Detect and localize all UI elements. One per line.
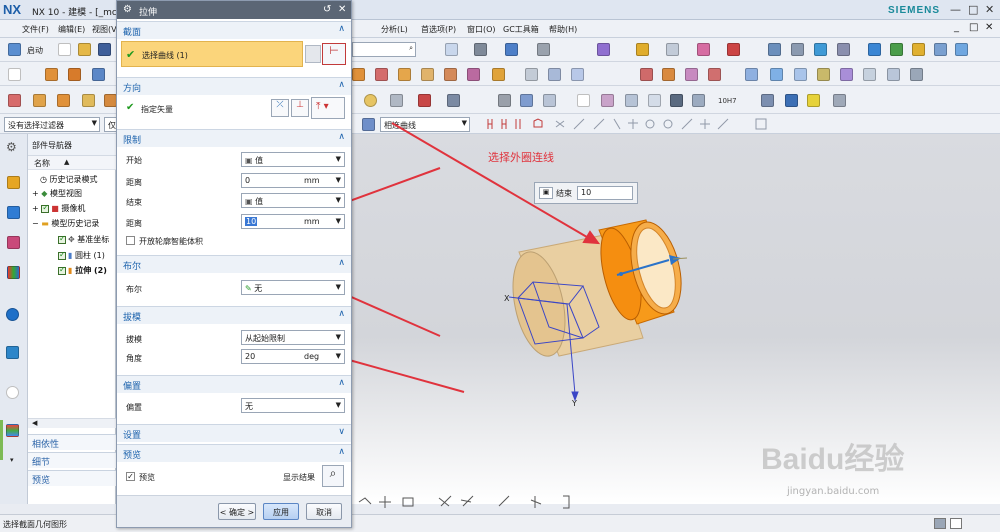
open-profile-checkbox[interactable] — [126, 236, 135, 245]
collapse-icon[interactable]: ∧ — [338, 309, 345, 319]
end-distance-label: 距离 — [126, 219, 142, 228]
start-distance-input[interactable]: 0 mm ▼ — [241, 173, 345, 188]
limits-header[interactable]: 限制 ∧ — [117, 129, 351, 147]
fullscreen-icon[interactable] — [950, 518, 962, 529]
settings-header[interactable]: 设置 ∨ — [117, 424, 351, 442]
start-distance-label: 距离 — [126, 178, 142, 187]
boolean-header[interactable]: 布尔 ∧ — [117, 255, 351, 273]
boolean-label: 布尔 — [126, 285, 142, 294]
snap-toolbar-icons[interactable] — [351, 490, 611, 514]
chevron-down-icon: ▼ — [335, 155, 341, 163]
reverse-direction-icon[interactable]: ⤫ — [271, 99, 289, 117]
apply-button[interactable]: 应用 — [263, 503, 299, 520]
dialog-title-bar[interactable]: ⚙ 拉伸 ↺ ✕ — [117, 1, 351, 19]
inferred-vector-select[interactable]: ⤒ ▾ — [311, 97, 345, 119]
open-profile-label: 开放轮廓智能体积 — [139, 237, 203, 246]
check-icon: ✔ — [126, 48, 136, 61]
end-label: 结束 — [126, 198, 142, 207]
preview-header[interactable]: 预览 ∧ — [117, 444, 351, 462]
offset-label: 偏置 — [126, 403, 142, 412]
check-icon: ✔ — [126, 102, 135, 113]
ok-button[interactable]: < 确定 > — [218, 503, 256, 520]
end-distance-input[interactable]: 10 mm ▼ — [241, 214, 345, 229]
collapse-icon[interactable]: ∧ — [338, 80, 345, 90]
chevron-down-icon: ▼ — [335, 217, 341, 225]
chevron-down-icon: ▼ — [335, 352, 341, 360]
status-icon[interactable] — [934, 518, 946, 529]
collapse-icon[interactable]: ∧ — [338, 447, 345, 457]
start-type-select[interactable]: ▣ 值 ▼ — [241, 152, 345, 167]
select-curve-row[interactable]: ✔ 选择曲线 (1) — [121, 41, 303, 67]
cancel-button[interactable]: 取消 — [306, 503, 342, 520]
draft-select[interactable]: 从起始限制 ▼ — [241, 330, 345, 345]
extrude-dialog: ⚙ 拉伸 ↺ ✕ 截面 ∧ ✔ 选择曲线 (1) ⊢ 方向 ∧ ✔ 指定矢量 ⤫ ⊥… — [116, 0, 352, 528]
expand-icon[interactable]: ∨ — [338, 427, 345, 437]
select-curve-label: 选择曲线 (1) — [142, 51, 188, 60]
end-type-select[interactable]: ▣ 值 ▼ — [241, 193, 345, 208]
collapse-icon[interactable]: ∧ — [338, 132, 345, 142]
dialog-close-button[interactable]: ✕ — [338, 4, 346, 15]
section-header[interactable]: 截面 ∧ — [117, 21, 351, 39]
vector-dialog-icon[interactable]: ⊥ — [291, 99, 309, 117]
show-result-button[interactable]: ⌕ — [322, 465, 344, 487]
chevron-down-icon: ▼ — [335, 176, 341, 184]
collapse-icon[interactable]: ∧ — [338, 378, 345, 388]
chevron-down-icon: ▼ — [335, 333, 341, 341]
draft-header[interactable]: 拔模 ∧ — [117, 306, 351, 324]
gear-icon[interactable]: ⚙ — [123, 4, 132, 15]
start-label: 开始 — [126, 156, 142, 165]
angle-label: 角度 — [126, 354, 142, 363]
specify-vector-label: 指定矢量 — [141, 105, 173, 114]
status-message: 选择截面几何图形 — [3, 520, 67, 529]
angle-input[interactable]: 20 deg ▼ — [241, 349, 345, 364]
offset-select[interactable]: 无 ▼ — [241, 398, 345, 413]
chevron-down-icon: ▼ — [335, 283, 341, 291]
curve-icon[interactable]: ⊢ — [322, 43, 346, 65]
chevron-down-icon: ▼ — [335, 401, 341, 409]
dialog-title: 拉伸 — [139, 8, 158, 18]
reset-button[interactable]: ↺ — [323, 4, 331, 15]
offset-header[interactable]: 偏置 ∧ — [117, 375, 351, 393]
cube-icon: ▣ — [245, 197, 256, 206]
cube-icon: ▣ — [245, 156, 256, 165]
sketch-section-icon[interactable] — [305, 45, 321, 63]
snap-toolbar — [351, 490, 1000, 514]
collapse-icon[interactable]: ∧ — [338, 24, 345, 34]
boolean-icon: ✎ — [245, 284, 255, 293]
show-result-label: 显示结果 — [283, 473, 315, 482]
collapse-icon[interactable]: ∧ — [338, 258, 345, 268]
preview-label: 预览 — [139, 473, 155, 482]
draft-label: 拔模 — [126, 335, 142, 344]
boolean-select[interactable]: ✎ 无 ▼ — [241, 280, 345, 295]
chevron-down-icon: ▼ — [335, 196, 341, 204]
direction-header[interactable]: 方向 ∧ — [117, 77, 351, 95]
preview-checkbox[interactable]: ✓ — [126, 472, 135, 481]
